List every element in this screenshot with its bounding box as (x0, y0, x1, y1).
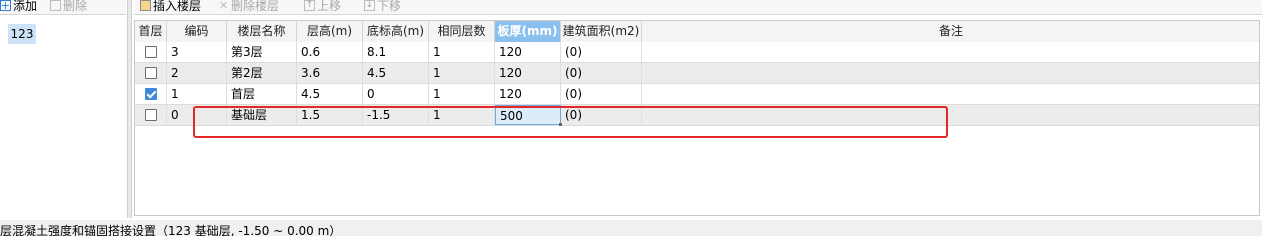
cell-bottom-elev[interactable]: 4.5 (363, 63, 429, 83)
table-row[interactable]: 0 基础层 1.5 -1.5 1 500 (0) (135, 105, 1259, 126)
add-label: 添加 (13, 0, 38, 13)
cell-bottom-elev[interactable]: -1.5 (363, 105, 429, 125)
floor-table: 首层 编码 楼层名称 层高(m) 底标高(m) 相同层数 板厚(mm) 建筑面积… (134, 20, 1260, 216)
col-building-area[interactable]: 建筑面积(m2) (561, 21, 642, 42)
cell-floor-height[interactable]: 1.5 (297, 105, 363, 125)
move-down-label: 下移 (377, 0, 402, 13)
status-text: 层混凝土强度和锚固搭接设置（123 基础层, -1.50 ~ 0.00 m） (0, 220, 1262, 236)
cell-floor-name[interactable]: 基础层 (227, 105, 297, 125)
first-floor-checkbox[interactable] (144, 46, 157, 58)
floor-group-list: 123 (0, 15, 126, 215)
cell-floor-height[interactable]: 0.6 (297, 42, 363, 62)
cell-floor-height[interactable]: 4.5 (297, 84, 363, 104)
delete-label: 删除 (63, 0, 88, 13)
move-up-label: 上移 (317, 0, 342, 13)
cell-remark[interactable] (642, 63, 1259, 83)
cell-floor-name[interactable]: 第2层 (227, 63, 297, 83)
cell-bottom-elev[interactable]: 8.1 (363, 42, 429, 62)
delete-button[interactable]: 删除 (50, 0, 87, 13)
table-row[interactable]: 1 首层 4.5 0 1 120 (0) (135, 84, 1259, 105)
insert-floor-label: 插入楼层 (153, 0, 202, 13)
first-floor-checkbox[interactable] (144, 67, 157, 79)
cell-building-area[interactable]: (0) (561, 42, 642, 62)
cell-slab-thick-editor[interactable]: 500 (495, 105, 561, 125)
col-bottom-elev[interactable]: 底标高(m) (363, 21, 429, 42)
cell-bottom-elev[interactable]: 0 (363, 84, 429, 104)
grid-toolbar: 插入楼层 ✕ 删除楼层 ↑ 上移 ↓ 下移 (134, 0, 1262, 15)
col-floor-height[interactable]: 层高(m) (297, 21, 363, 42)
cell-same-count[interactable]: 1 (429, 84, 495, 104)
delete-floor-icon: ✕ (218, 0, 229, 12)
cell-same-count[interactable]: 1 (429, 63, 495, 83)
cell-slab-thick[interactable]: 120 (495, 42, 561, 62)
cell-code[interactable]: 1 (167, 84, 227, 104)
table-row[interactable]: 2 第2层 3.6 4.5 1 120 (0) (135, 63, 1259, 84)
col-first-floor[interactable]: 首层 (135, 21, 167, 42)
delete-floor-label: 删除楼层 (231, 0, 280, 13)
insert-floor-button[interactable]: 插入楼层 (140, 0, 201, 13)
move-up-button[interactable]: ↑ 上移 (304, 0, 341, 13)
cell-building-area[interactable]: (0) (561, 84, 642, 104)
left-toolbar: + 添加 删除 (0, 0, 126, 15)
delete-icon (50, 0, 61, 11)
cell-floor-height[interactable]: 3.6 (297, 63, 363, 83)
insert-floor-icon (140, 0, 151, 11)
cell-same-count[interactable]: 1 (429, 105, 495, 125)
cell-same-count[interactable]: 1 (429, 42, 495, 62)
col-remark[interactable]: 备注 (642, 21, 1259, 42)
add-button[interactable]: + 添加 (0, 0, 37, 13)
col-floor-name[interactable]: 楼层名称 (227, 21, 297, 42)
col-code[interactable]: 编码 (167, 21, 227, 42)
col-slab-thick[interactable]: 板厚(mm) (495, 21, 561, 42)
first-floor-checkbox[interactable] (144, 88, 157, 100)
table-row[interactable]: 3 第3层 0.6 8.1 1 120 (0) (135, 42, 1259, 63)
splitter[interactable] (127, 0, 132, 218)
move-down-button[interactable]: ↓ 下移 (364, 0, 401, 13)
col-same-count[interactable]: 相同层数 (429, 21, 495, 42)
plus-icon: + (0, 0, 11, 12)
list-item[interactable]: 123 (8, 24, 36, 44)
arrow-up-icon: ↑ (304, 0, 315, 11)
cell-floor-name[interactable]: 第3层 (227, 42, 297, 62)
cell-building-area[interactable]: (0) (561, 105, 642, 125)
table-header: 首层 编码 楼层名称 层高(m) 底标高(m) 相同层数 板厚(mm) 建筑面积… (135, 21, 1259, 43)
cell-remark[interactable] (642, 84, 1259, 104)
arrow-down-icon: ↓ (364, 0, 375, 11)
cell-remark[interactable] (642, 105, 1259, 125)
cell-slab-thick[interactable]: 120 (495, 84, 561, 104)
cell-code[interactable]: 2 (167, 63, 227, 83)
first-floor-checkbox[interactable] (144, 109, 157, 121)
cell-remark[interactable] (642, 42, 1259, 62)
cell-slab-thick[interactable]: 120 (495, 63, 561, 83)
cell-code[interactable]: 0 (167, 105, 227, 125)
cell-building-area[interactable]: (0) (561, 63, 642, 83)
delete-floor-button[interactable]: ✕ 删除楼层 (218, 0, 279, 13)
cell-code[interactable]: 3 (167, 42, 227, 62)
cell-floor-name[interactable]: 首层 (227, 84, 297, 104)
